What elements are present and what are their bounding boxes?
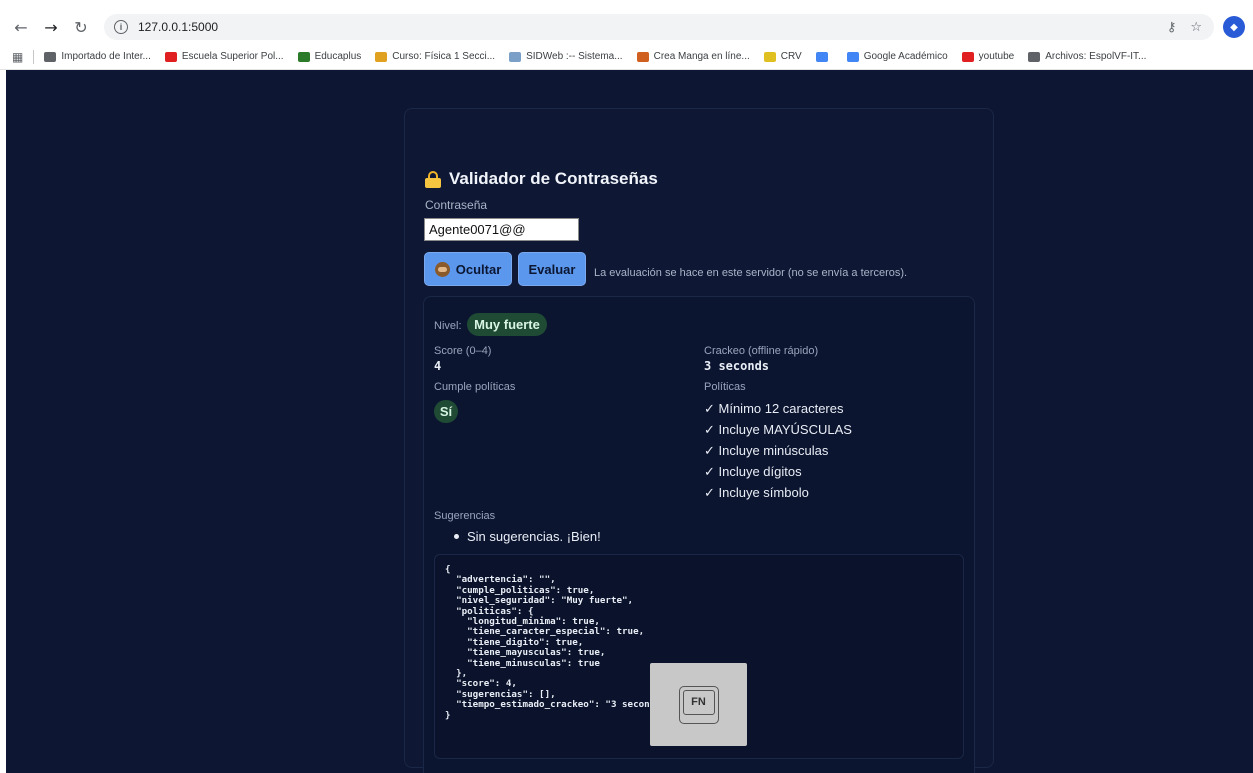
- youtube-icon: [164, 51, 177, 62]
- bookmarks-bar: ▦ Importado de Inter... Escuela Superior …: [0, 44, 1253, 70]
- policy-item-digits: ✓ Incluye dígitos: [704, 464, 802, 479]
- password-input[interactable]: [424, 218, 579, 241]
- policy-item-symbol: ✓ Incluye símbolo: [704, 485, 809, 500]
- bookmark-item[interactable]: youtube: [961, 51, 1015, 62]
- suggestion-item: Sin sugerencias. ¡Bien!: [454, 529, 601, 544]
- lock-icon: [425, 171, 441, 188]
- bookmark-list: Importado de Inter... Escuela Superior Po…: [44, 51, 1160, 62]
- forward-icon[interactable]: →: [40, 10, 62, 44]
- crack-time-label: Crackeo (offline rápido): [704, 345, 819, 357]
- policy-item-lowercase: ✓ Incluye minúsculas: [704, 443, 829, 458]
- suggestions-label: Sugerencias: [434, 510, 496, 522]
- bookmark-label: youtube: [978, 51, 1015, 62]
- browser-top-strip: [0, 0, 1253, 10]
- level-label: Nivel:: [434, 320, 462, 332]
- fn-key-label: FN: [691, 695, 706, 708]
- bookmark-item[interactable]: Importado de Inter...: [44, 51, 151, 62]
- password-label: Contraseña: [425, 198, 488, 212]
- educaplus-icon: [297, 51, 310, 62]
- evaluate-button-label: Evaluar: [528, 261, 576, 277]
- bookmark-item[interactable]: [815, 51, 833, 62]
- folder-icon: [44, 51, 57, 62]
- level-badge: Muy fuerte: [467, 313, 547, 336]
- site-info-icon[interactable]: i: [114, 20, 128, 34]
- hide-button-label: Ocultar: [455, 261, 502, 277]
- reload-icon[interactable]: ↻: [70, 10, 92, 44]
- fn-key-overlay: FN: [650, 663, 747, 746]
- bookmark-item[interactable]: Escuela Superior Pol...: [164, 51, 284, 62]
- moodle-icon: [375, 51, 388, 62]
- see-no-evil-monkey-icon: [434, 261, 450, 277]
- address-bar[interactable]: i 127.0.0.1:5000 ⚷ ☆: [104, 14, 1214, 40]
- bookmark-item[interactable]: Crea Manga en líne...: [636, 51, 750, 62]
- score-label: Score (0–4): [434, 345, 492, 357]
- youtube-icon: [961, 51, 974, 62]
- bookmark-item[interactable]: Educaplus: [297, 51, 362, 62]
- browser-toolbar: ← → ↻ i 127.0.0.1:5000 ⚷ ☆ ◆: [0, 10, 1253, 44]
- bookmark-item[interactable]: Google Académico: [846, 51, 948, 62]
- bookmark-label: Curso: Física 1 Secci...: [392, 51, 496, 62]
- sidweb-icon: [509, 51, 522, 62]
- bookmark-label: Educaplus: [314, 51, 362, 62]
- bookmark-label: Archivos: EspolVF-IT...: [1045, 51, 1147, 62]
- policy-item-length: ✓ Mínimo 12 caracteres: [704, 401, 844, 416]
- bookmark-item[interactable]: CRV: [763, 51, 802, 62]
- bookmark-label: Importado de Inter...: [61, 51, 151, 62]
- hide-button[interactable]: Ocultar: [424, 252, 512, 286]
- sharepoint-icon: [1028, 51, 1041, 62]
- policies-met-badge: Sí: [434, 400, 458, 423]
- bookmark-item[interactable]: SIDWeb :-- Sistema...: [509, 51, 623, 62]
- score-value: 4: [434, 359, 442, 373]
- page-title-text: Validador de Contraseñas: [449, 169, 658, 188]
- crv-icon: [763, 51, 776, 62]
- bookmark-label: SIDWeb :-- Sistema...: [526, 51, 623, 62]
- bookmark-item[interactable]: Archivos: EspolVF-IT...: [1028, 51, 1146, 62]
- password-key-icon[interactable]: ⚷: [1167, 20, 1177, 35]
- bookmark-star-icon[interactable]: ☆: [1190, 20, 1202, 35]
- bookmark-label: Escuela Superior Pol...: [181, 51, 284, 62]
- policy-item-uppercase: ✓ Incluye MAYÚSCULAS: [704, 422, 852, 437]
- bullet-icon: [454, 534, 459, 539]
- fn-key-icon: FN: [678, 685, 719, 724]
- bookmark-item[interactable]: Curso: Física 1 Secci...: [375, 51, 495, 62]
- omnibox-actions: ⚷ ☆: [1167, 14, 1202, 40]
- bookmark-label: Google Académico: [863, 51, 948, 62]
- suggestion-text: Sin sugerencias. ¡Bien!: [467, 529, 601, 544]
- json-output-text: { "advertencia": "", "cumple_politicas":…: [445, 564, 667, 721]
- apps-grid-icon[interactable]: ▦: [12, 50, 23, 64]
- policies-label: Políticas: [704, 381, 746, 393]
- page-title: Validador de Contraseñas: [425, 169, 658, 189]
- url-text[interactable]: 127.0.0.1:5000: [138, 20, 218, 34]
- back-icon[interactable]: ←: [10, 10, 32, 44]
- bookmarks-divider: [33, 49, 35, 64]
- manga-icon: [636, 51, 649, 62]
- policies-met-label: Cumple políticas: [434, 381, 516, 393]
- bookmark-label: Crea Manga en líne...: [653, 51, 750, 62]
- bookmark-label: CRV: [780, 51, 802, 62]
- page-content: Validador de Contraseñas Contraseña Ocul…: [0, 70, 1253, 773]
- profile-avatar-icon[interactable]: ◆: [1223, 16, 1245, 38]
- google-icon: [815, 51, 828, 62]
- crack-time-value: 3 seconds: [704, 359, 770, 373]
- scholar-icon: [846, 51, 859, 62]
- privacy-note: La evaluación se hace en este servidor (…: [594, 267, 908, 279]
- evaluate-button[interactable]: Evaluar: [518, 252, 586, 286]
